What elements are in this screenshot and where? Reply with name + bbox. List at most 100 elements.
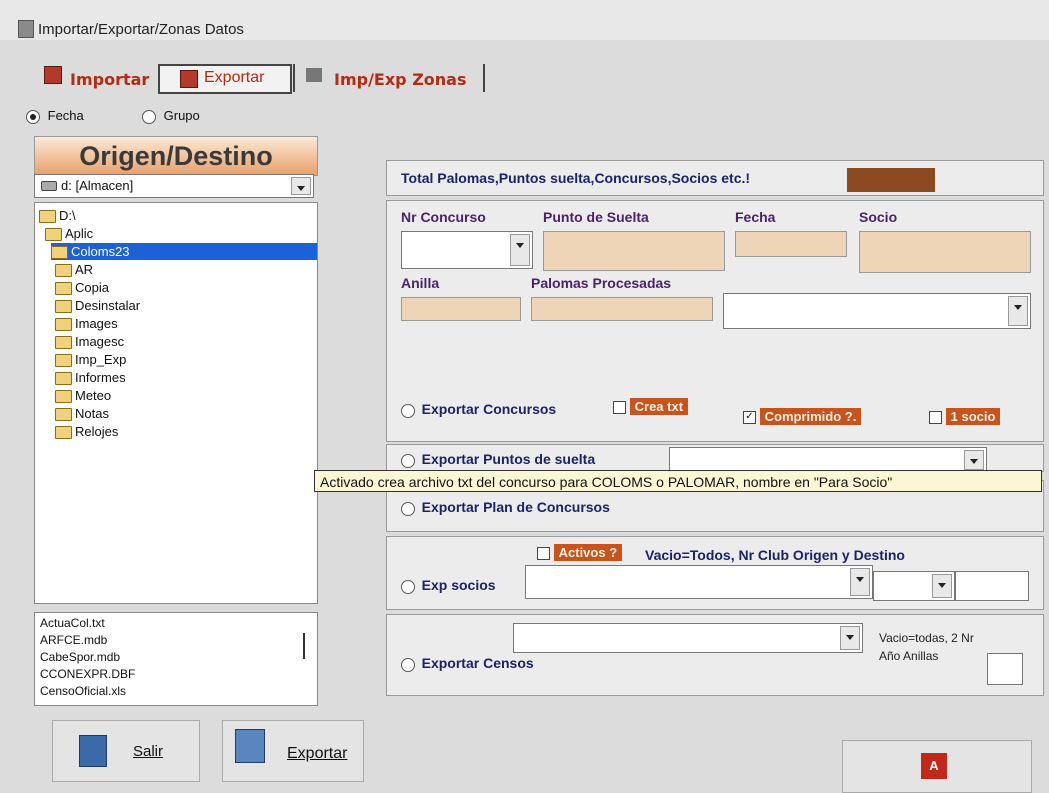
exit-icon — [79, 735, 107, 767]
origen-destino-header: Origen/Destino — [34, 136, 318, 176]
crea-txt-label: Crea txt — [629, 398, 689, 415]
window-title: Importar/Exportar/Zonas Datos — [38, 21, 244, 38]
anilla-field[interactable] — [401, 297, 521, 321]
exportar-button[interactable]: Exportar — [222, 720, 364, 782]
punto-suelta-field[interactable] — [543, 231, 725, 271]
radio-fecha[interactable]: Fecha — [26, 108, 84, 124]
folder-icon — [55, 408, 72, 422]
tooltip: Activado crea archivo txt del concurso p… — [314, 470, 1042, 492]
total-value — [847, 168, 935, 192]
list-item[interactable]: ActuaCol.txt — [40, 616, 105, 630]
tree-item[interactable]: Desinstalar — [55, 297, 140, 314]
fecha-field[interactable] — [735, 231, 847, 257]
tree-item[interactable]: Images — [55, 315, 118, 332]
tree-item[interactable]: Informes — [55, 369, 126, 386]
censos-select[interactable] — [513, 623, 863, 653]
import-icon — [44, 66, 62, 84]
tree-item[interactable]: Imagesc — [55, 333, 124, 350]
tab-imp-exp-zonas[interactable]: Imp/Exp Zonas — [334, 70, 467, 89]
tree-item[interactable]: Copia — [55, 279, 109, 296]
folder-open-icon — [39, 210, 56, 224]
list-item[interactable]: CCONEXPR.DBF — [40, 667, 135, 681]
folder-icon — [55, 264, 72, 278]
exportar-censos-label: Exportar Censos — [421, 655, 534, 671]
tree-item-selected[interactable]: Coloms23 — [51, 243, 317, 260]
chevron-down-icon[interactable] — [1008, 296, 1028, 326]
access-button[interactable]: A — [842, 740, 1032, 793]
total-label: Total Palomas,Puntos suelta,Concursos,So… — [401, 170, 751, 186]
socio-field[interactable] — [859, 231, 1031, 273]
options-select[interactable] — [723, 293, 1031, 329]
folder-icon — [55, 318, 72, 332]
concurso-panel: Nr Concurso Punto de Suelta Fecha Socio … — [386, 200, 1044, 442]
tab-importar[interactable]: Importar — [70, 70, 149, 89]
folder-open-icon — [51, 246, 68, 260]
comprimido-checkbox[interactable]: ✓ Comprimido ?. — [743, 408, 862, 425]
tree-item[interactable]: AR — [55, 261, 93, 278]
tree-item[interactable]: D:\ — [39, 207, 76, 224]
radio-exportar-plan[interactable]: Exportar Plan de Concursos — [401, 499, 610, 516]
tab-exportar-label: Exportar — [204, 69, 265, 86]
chevron-down-icon[interactable] — [850, 568, 870, 596]
socios-club-field[interactable] — [955, 571, 1029, 601]
list-item[interactable]: ARFCE.mdb — [40, 633, 107, 647]
chevron-down-icon[interactable] — [291, 177, 311, 195]
tab-exportar[interactable]: Exportar — [158, 64, 292, 94]
tree-item[interactable]: Aplic — [45, 225, 93, 242]
nr-concurso-select[interactable] — [401, 231, 533, 269]
un-socio-checkbox[interactable]: 1 socio — [929, 408, 1001, 425]
radio-circle — [401, 453, 415, 468]
socios-origen-select[interactable] — [525, 565, 873, 599]
total-panel: Total Palomas,Puntos suelta,Concursos,So… — [386, 160, 1044, 196]
tab-divider — [483, 64, 485, 92]
chevron-down-icon[interactable] — [840, 626, 860, 650]
puntos-panel: Exportar Puntos de suelta — [386, 444, 1044, 473]
chevron-down-icon[interactable] — [964, 450, 984, 470]
activos-checkbox[interactable]: Activos ? — [537, 544, 623, 561]
drive-icon — [41, 181, 57, 191]
radio-exportar-puntos[interactable]: Exportar Puntos de suelta — [401, 451, 595, 468]
export-icon — [235, 729, 265, 763]
palomas-procesadas-field[interactable] — [531, 297, 713, 321]
scrollbar[interactable] — [303, 633, 305, 659]
radio-grupo-circle — [142, 109, 156, 124]
crea-txt-checkbox[interactable]: Crea txt — [613, 398, 689, 415]
radio-circle — [401, 501, 415, 516]
tree-item[interactable]: Relojes — [55, 423, 118, 440]
zones-icon — [306, 68, 322, 82]
radio-fecha-label: Fecha — [47, 108, 84, 123]
radio-grupo[interactable]: Grupo — [142, 108, 200, 124]
tree-item[interactable]: Notas — [55, 405, 109, 422]
socio-label: Socio — [859, 209, 898, 225]
chevron-down-icon[interactable] — [932, 574, 952, 598]
socios-destino-select[interactable] — [873, 571, 955, 601]
tree-item[interactable]: Meteo — [55, 387, 111, 404]
tree-item[interactable]: Imp_Exp — [55, 351, 126, 368]
vacio-todos-label: Vacio=Todos, Nr Club Origen y Destino — [645, 547, 905, 563]
un-socio-label: 1 socio — [945, 408, 1001, 425]
checkbox-box — [613, 401, 626, 415]
ano-anillas-field[interactable] — [987, 653, 1023, 685]
censos-panel: Vacio=todas, 2 Nr Año Anillas Exportar C… — [386, 614, 1044, 696]
radio-exportar-censos[interactable]: Exportar Censos — [401, 655, 534, 672]
drive-select[interactable]: d: [Almacen] — [34, 174, 314, 198]
exportar-label: Exportar — [287, 745, 348, 762]
exportar-concursos-label: Exportar Concursos — [421, 401, 557, 417]
salir-button[interactable]: Salir — [52, 720, 200, 782]
folder-icon — [55, 426, 72, 440]
access-icon: A — [921, 753, 947, 779]
folder-icon — [55, 282, 72, 296]
file-list[interactable]: ActuaCol.txt ARFCE.mdb CabeSpor.mdb CCON… — [34, 612, 318, 706]
list-item[interactable]: CabeSpor.mdb — [40, 650, 120, 664]
drive-select-value: d: [Almacen] — [61, 178, 134, 193]
radio-circle — [401, 657, 415, 672]
checkbox-box — [537, 547, 550, 561]
radio-grupo-label: Grupo — [163, 108, 200, 123]
radio-exportar-concursos[interactable]: Exportar Concursos — [401, 401, 556, 418]
folder-icon — [55, 336, 72, 350]
chevron-down-icon[interactable] — [510, 234, 530, 266]
folder-tree[interactable]: D:\ Aplic Coloms23 AR Copia Desinstalar … — [34, 202, 318, 604]
folder-icon — [55, 390, 72, 404]
list-item[interactable]: CensoOficial.xls — [40, 684, 126, 698]
radio-exp-socios[interactable]: Exp socios — [401, 577, 496, 594]
